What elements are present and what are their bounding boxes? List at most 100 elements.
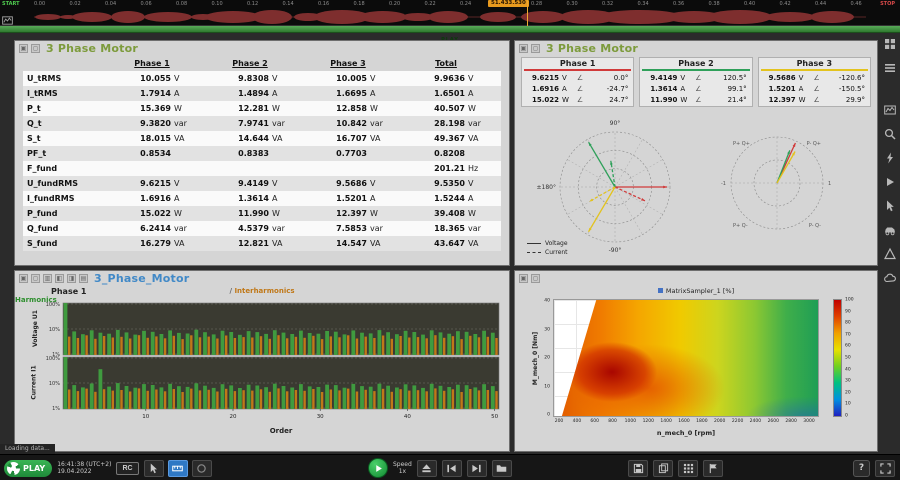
panel-zoom-icon[interactable]: ◧ [55, 274, 64, 283]
harmonic-bar [168, 383, 172, 409]
interharmonic-bar [355, 391, 359, 409]
y-tick: 20 [544, 355, 550, 361]
harmonic-bar [395, 387, 399, 409]
marker-icon[interactable] [883, 175, 897, 189]
panel-cursor-icon[interactable]: ▥ [43, 274, 52, 283]
interharmonic-bar [434, 388, 437, 409]
table-row: F_fund 201.21 Hz [23, 161, 501, 176]
panel-detach-icon[interactable]: ◻ [531, 274, 540, 283]
panel-title: 3 Phase Motor [46, 42, 138, 55]
heatmap-plot[interactable] [553, 299, 819, 417]
interharmonic-bar [486, 390, 489, 409]
heatmap-series-label: MatrixSampler_1 [%] [665, 287, 735, 295]
table-value: 11.990 [238, 209, 269, 218]
interharmonic-bar [207, 389, 210, 409]
table-unit: V [468, 179, 474, 188]
interharmonic-bar [416, 390, 420, 409]
harmonic-bar [473, 334, 478, 355]
cloud-icon[interactable] [883, 271, 897, 285]
interharmonic-bar [425, 391, 428, 409]
interharmonic-bar [286, 391, 289, 409]
timeline-cursor[interactable] [527, 0, 528, 26]
table-value: 9.4149 [238, 179, 269, 188]
interharmonic-bar [469, 335, 472, 355]
x-tick: 2200 [731, 419, 744, 424]
svg-text:10: 10 [142, 414, 149, 420]
clock-time: 16:41:38 (UTC+2) [57, 460, 112, 468]
panel-pause-icon[interactable]: ◻ [31, 274, 40, 283]
start-marker-label: START [2, 1, 20, 7]
panel-detach-icon[interactable]: ◻ [531, 44, 540, 53]
help-button[interactable]: ? [853, 459, 870, 477]
harmonic-bar [81, 387, 85, 409]
skip-end-button[interactable] [466, 459, 487, 477]
record-circle-icon[interactable] [191, 459, 212, 477]
panel-settings-icon[interactable]: ◨ [67, 274, 76, 283]
x-tick: 2400 [749, 419, 762, 424]
panel-expand-icon[interactable]: ▤ [79, 274, 88, 283]
interharmonic-bar [111, 390, 114, 409]
save-icon[interactable] [628, 459, 648, 477]
colorbar-tick: 20 [845, 390, 851, 396]
rc-button[interactable]: RC [116, 461, 139, 475]
car-icon[interactable] [883, 223, 897, 237]
pointer-tool-icon[interactable] [143, 459, 164, 477]
x-tick: 1600 [678, 419, 690, 424]
harmonic-bar [447, 387, 452, 409]
list-icon[interactable] [883, 61, 897, 75]
harmonic-bar [255, 332, 260, 355]
zoom-icon[interactable] [883, 127, 897, 141]
speed-control[interactable]: Speed 1x [393, 461, 412, 475]
phasor-row: 15.022 W ∠ 24.7° [531, 95, 629, 104]
phase-name: Phase 3 [796, 59, 833, 68]
measure-tool-icon[interactable] [167, 459, 188, 477]
panel-menu-icon[interactable]: ▣ [519, 44, 528, 53]
display-icon[interactable] [2, 11, 13, 25]
panel-menu-icon[interactable]: ▣ [19, 274, 28, 283]
play-icon [375, 464, 382, 472]
x-tick: 2800 [785, 419, 797, 424]
harmonic-bar [386, 385, 390, 409]
table-value: 6.2414 [140, 224, 171, 233]
play-button[interactable] [368, 458, 388, 478]
interharmonic-bar [146, 337, 149, 355]
overview-timeline[interactable]: 0.00 0.02 0.04 0.06 0.08 0.10 0.12 0.14 0.16 0.18… [0, 0, 900, 26]
scope-icon[interactable] [883, 103, 897, 117]
skip-start-button[interactable] [441, 459, 462, 477]
panel-detach-icon[interactable]: ◻ [31, 44, 40, 53]
table-row: S_t 18.015 VA 14.644 VA 16.707 VA 49.367 VA [23, 131, 501, 146]
time-tick: 0.38 [708, 1, 720, 7]
panel-efficiency-map: ▣ ◻ MatrixSampler_1 [%] M_mech_0 [Nm] 40… [514, 270, 878, 452]
phase-name: Phase 1 [559, 59, 596, 68]
flag-icon[interactable] [703, 459, 723, 477]
copy-icon[interactable] [653, 459, 673, 477]
open-file-button[interactable] [491, 459, 512, 477]
eject-button[interactable] [416, 459, 437, 477]
interharmonic-bar [355, 338, 359, 355]
grid-icon[interactable] [883, 37, 897, 51]
play-mode-badge[interactable]: PLAY [4, 459, 53, 477]
svg-text:±180°: ±180° [537, 184, 556, 191]
delta-icon[interactable] [883, 247, 897, 261]
panel-menu-icon[interactable]: ▣ [519, 274, 528, 283]
colorbar-tick: 0 [845, 413, 848, 419]
harmonic-bar [168, 330, 172, 355]
interharmonic-bar [172, 389, 175, 409]
harmonic-bar [403, 384, 408, 409]
interharmonic-bar [416, 337, 420, 355]
time-tick: 0.00 [34, 1, 46, 7]
apps-icon[interactable] [678, 459, 698, 477]
fullscreen-button[interactable] [875, 459, 895, 477]
table-unit [367, 149, 397, 158]
x-tick: 1800 [696, 419, 708, 424]
interharmonic-bar [129, 391, 132, 409]
cursor-icon[interactable] [883, 199, 897, 213]
table-value: 15.022 [140, 209, 171, 218]
table-unit: W [174, 209, 182, 218]
panel-menu-icon[interactable]: ▣ [19, 44, 28, 53]
interharmonic-bar [294, 336, 298, 355]
time-tick: 0.14 [282, 1, 294, 7]
table-unit: var [272, 224, 285, 233]
harmonic-bar [98, 332, 103, 355]
bolt-icon[interactable] [883, 151, 897, 165]
